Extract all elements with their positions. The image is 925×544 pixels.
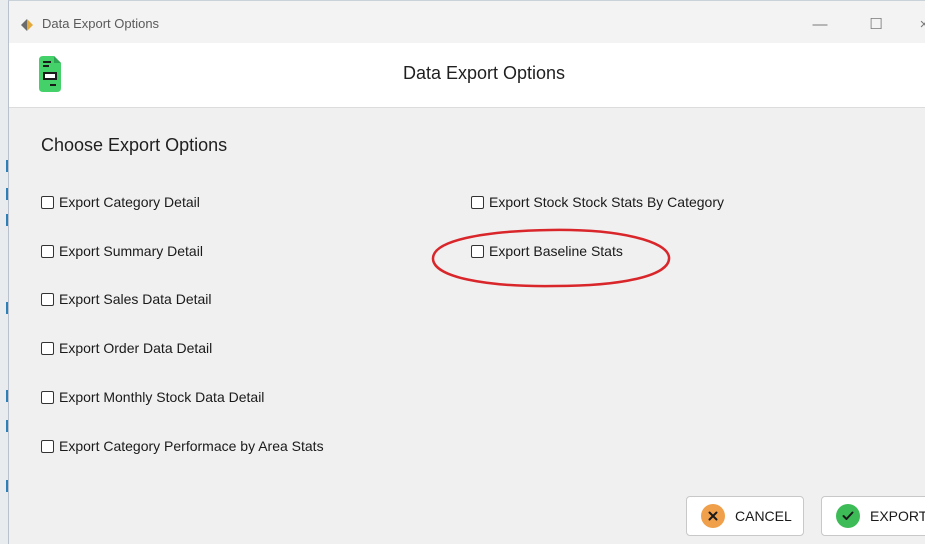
close-button[interactable]: × <box>909 12 925 36</box>
checkbox-label: Export Sales Data Detail <box>59 291 212 307</box>
title-bar: Data Export Options — ☐ × <box>9 1 925 43</box>
checkbox-label: Export Category Performace by Area Stats <box>59 438 324 454</box>
maximize-icon: ☐ <box>869 16 883 33</box>
export-button[interactable]: EXPORT <box>821 496 925 536</box>
checkbox-box[interactable] <box>41 244 54 258</box>
dialog-header: Data Export Options <box>9 43 925 108</box>
checkbox-box[interactable] <box>41 292 54 306</box>
background-tick <box>0 302 8 314</box>
checkbox-export-stock-stats-by-category[interactable]: Export Stock Stock Stats By Category <box>471 194 724 210</box>
checkbox-label: Export Baseline Stats <box>489 243 623 259</box>
checkbox-label: Export Summary Detail <box>59 243 203 259</box>
checkbox-box[interactable] <box>41 390 54 404</box>
minimize-icon: — <box>812 15 828 33</box>
checkbox-label: Export Order Data Detail <box>59 340 213 356</box>
background-tick <box>0 420 8 432</box>
checkbox-export-baseline-stats[interactable]: Export Baseline Stats <box>471 243 623 259</box>
background-tick <box>0 160 8 172</box>
checkbox-label: Export Category Detail <box>59 194 200 210</box>
background-tick <box>0 390 8 402</box>
close-icon: × <box>919 15 925 33</box>
checkbox-label: Export Stock Stock Stats By Category <box>489 194 724 210</box>
checkbox-export-category-performance-by-area-stats[interactable]: Export Category Performace by Area Stats <box>41 438 324 454</box>
screen: Data Export Options — ☐ × Data Export Op <box>0 0 925 544</box>
checkbox-export-sales-data-detail[interactable]: Export Sales Data Detail <box>41 291 212 307</box>
checkbox-box[interactable] <box>41 195 54 209</box>
checkbox-label: Export Monthly Stock Data Detail <box>59 389 265 405</box>
dialog-title: Data Export Options <box>402 63 566 83</box>
checkbox-box[interactable] <box>471 195 484 209</box>
section-title: Choose Export Options <box>41 135 228 155</box>
background-tick <box>0 214 8 226</box>
background-tick <box>0 188 8 200</box>
background-tick <box>0 480 8 492</box>
minimize-button[interactable]: — <box>805 12 835 36</box>
checkbox-export-summary-detail[interactable]: Export Summary Detail <box>41 243 203 259</box>
checkbox-export-order-data-detail[interactable]: Export Order Data Detail <box>41 340 212 356</box>
export-label: EXPORT <box>870 508 925 524</box>
cancel-label: CANCEL <box>735 508 792 524</box>
checkbox-export-monthly-stock-data-detail[interactable]: Export Monthly Stock Data Detail <box>41 389 264 405</box>
dialog-window: Data Export Options — ☐ × Data Export Op <box>8 0 925 544</box>
checkbox-box[interactable] <box>41 439 54 453</box>
checkbox-box[interactable] <box>471 244 484 258</box>
cancel-button[interactable]: CANCEL <box>686 496 804 536</box>
window-title: Data Export Options <box>42 16 160 31</box>
app-logo-icon <box>21 19 33 31</box>
checkbox-export-category-detail[interactable]: Export Category Detail <box>41 194 200 210</box>
maximize-button[interactable]: ☐ <box>861 12 891 36</box>
checkbox-box[interactable] <box>41 341 54 355</box>
cancel-x-icon <box>701 504 725 528</box>
checkmark-icon <box>836 504 860 528</box>
